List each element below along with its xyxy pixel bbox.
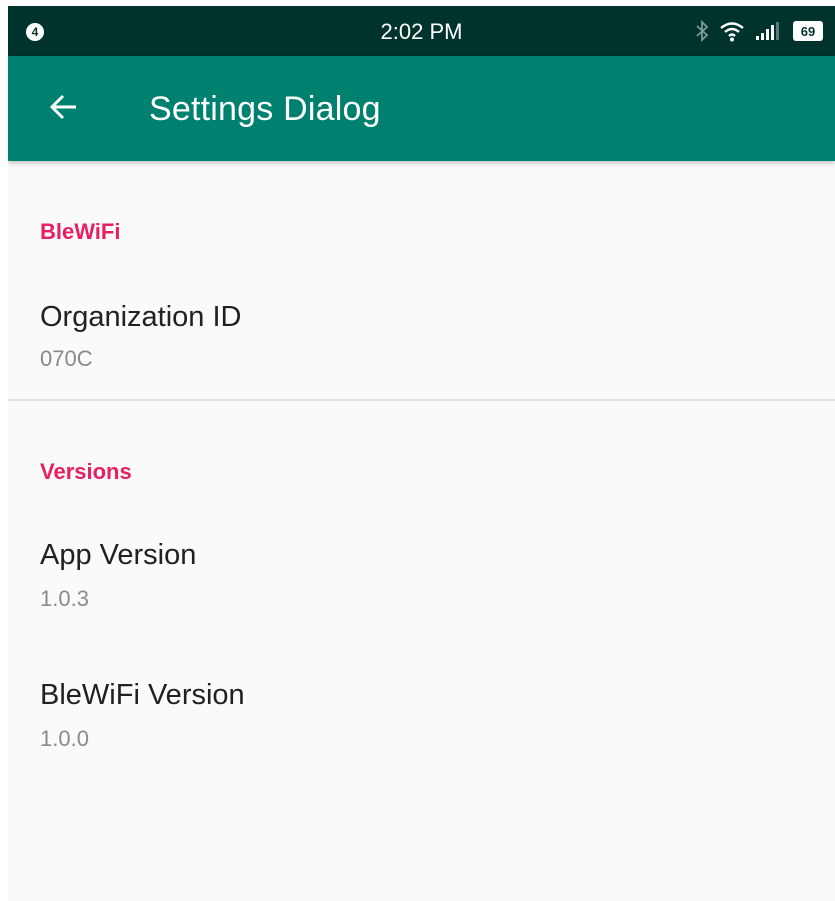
preference-title: App Version — [40, 539, 197, 571]
section-divider — [8, 399, 835, 401]
preference-summary: 1.0.3 — [40, 586, 89, 611]
preference-title: BleWiFi Version — [40, 679, 245, 711]
bluetooth-icon — [695, 20, 709, 42]
preference-organization-id[interactable]: Organization ID 070C — [8, 279, 835, 399]
preference-blewifi-version[interactable]: BleWiFi Version 1.0.0 — [8, 661, 835, 791]
preference-summary: 1.0.0 — [40, 726, 89, 751]
arrow-back-icon — [48, 92, 78, 127]
app-bar: Settings Dialog — [8, 56, 835, 161]
preference-app-version[interactable]: App Version 1.0.3 — [8, 521, 835, 651]
status-bar: 4 2:02 PM 69 — [8, 6, 835, 56]
preference-title: Organization ID — [40, 301, 242, 333]
signal-icon — [755, 21, 783, 41]
preference-summary: 070C — [40, 346, 93, 371]
battery-icon: 69 — [793, 21, 823, 41]
category-header-versions: Versions — [40, 459, 132, 484]
page-title: Settings Dialog — [149, 90, 381, 128]
back-button[interactable] — [40, 86, 86, 132]
wifi-icon — [719, 20, 745, 42]
category-header-blewifi: BleWiFi — [40, 219, 121, 244]
status-icons: 69 — [695, 18, 823, 44]
screen: 4 2:02 PM 69 Settings Dialog BleWiFi Org… — [8, 6, 835, 901]
